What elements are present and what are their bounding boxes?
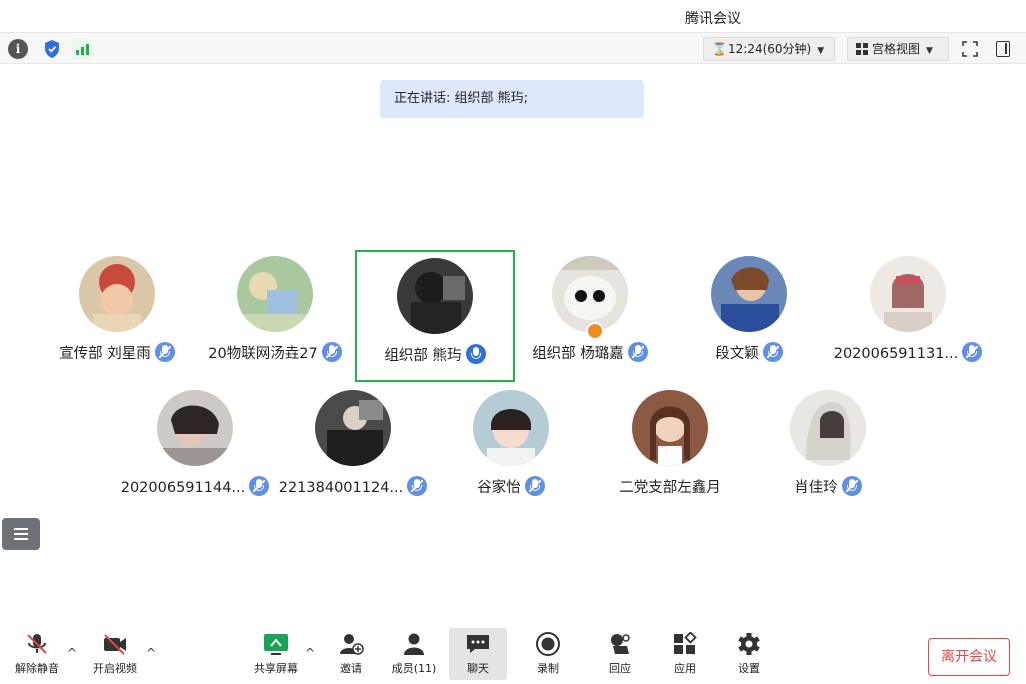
- participant-tile[interactable]: 组织部 杨璐嘉: [510, 246, 670, 378]
- mic-muted-icon: [962, 342, 983, 362]
- chat-label: 聊天: [467, 662, 489, 675]
- participant-name: 221384001124...: [278, 480, 404, 496]
- meeting-timer: 12:24(60分钟): [728, 42, 812, 56]
- participant-list-toggle-button[interactable]: [2, 518, 40, 550]
- participant-name: 202006591131...: [833, 346, 959, 362]
- participant-tile[interactable]: 20物联网汤垚27: [195, 246, 355, 378]
- avatar: [711, 256, 787, 332]
- avatar: [157, 390, 233, 466]
- participant-tile[interactable]: 段文颖: [669, 246, 829, 378]
- shield-icon[interactable]: [42, 39, 62, 59]
- participant-tile[interactable]: 肖佳玲: [748, 380, 908, 512]
- speaking-banner: 正在讲话: 组织部 熊玙;: [380, 80, 644, 118]
- participant-name: 二党支部左鑫月: [619, 480, 721, 496]
- camera-off-icon: [102, 632, 128, 656]
- apps-button[interactable]: 应用: [670, 631, 700, 678]
- participant-name: 谷家怡: [477, 480, 521, 496]
- mic-muted-icon: [524, 476, 545, 496]
- participant-name: 组织部 杨璐嘉: [532, 346, 624, 362]
- reaction-icon: [607, 632, 633, 656]
- chevron-down-icon: ▼: [817, 46, 825, 56]
- grid-view-icon: [856, 43, 868, 55]
- participant-name: 202006591144...: [120, 480, 246, 496]
- signal-icon[interactable]: [72, 39, 92, 59]
- video-options-chevron-icon[interactable]: ^: [146, 646, 156, 660]
- avatar: [632, 390, 708, 466]
- chat-icon: [465, 632, 491, 656]
- participant-tile[interactable]: 谷家怡: [431, 380, 591, 512]
- avatar: [397, 258, 473, 334]
- fullscreen-icon[interactable]: [962, 41, 978, 57]
- share-screen-button[interactable]: 共享屏幕: [250, 632, 302, 678]
- mic-muted-icon: [154, 342, 175, 362]
- title-bar: 腾讯会议: [0, 0, 1026, 32]
- mic-icon: [465, 344, 486, 364]
- members-icon: [401, 632, 427, 656]
- hourglass-icon: ⌛: [712, 42, 727, 56]
- host-badge: [586, 322, 604, 340]
- view-mode-button[interactable]: 宫格视图 ▼: [847, 37, 949, 61]
- mic-muted-icon: [627, 342, 648, 362]
- members-button[interactable]: 成员(11): [390, 632, 438, 678]
- record-button[interactable]: 录制: [533, 632, 563, 678]
- avatar: [870, 256, 946, 332]
- participant-tile[interactable]: 二党支部左鑫月: [590, 380, 750, 512]
- participant-name: 20物联网汤垚27: [208, 346, 318, 362]
- participant-tile[interactable]: 221384001124...: [273, 380, 433, 512]
- apps-label: 应用: [674, 662, 696, 675]
- avatar: [79, 256, 155, 332]
- chevron-down-icon: ▼: [926, 46, 933, 56]
- settings-button[interactable]: 设置: [734, 632, 764, 678]
- leave-meeting-button[interactable]: 离开会议: [928, 638, 1010, 676]
- record-icon: [535, 632, 561, 656]
- apps-icon: [672, 631, 698, 656]
- reactions-button[interactable]: 回应: [605, 632, 635, 678]
- invite-label: 邀请: [340, 662, 362, 675]
- view-mode-label: 宫格视图: [872, 42, 921, 56]
- avatar: [237, 256, 313, 332]
- top-toolbar: i ⌛12:24(60分钟) ▼ 宫格视图 ▼: [0, 32, 1026, 64]
- unmute-button[interactable]: 解除静音: [12, 632, 62, 678]
- members-label: 成员(11): [391, 662, 437, 675]
- mic-muted-icon: [841, 476, 862, 496]
- avatar: [315, 390, 391, 466]
- participant-tile[interactable]: 202006591144...: [115, 380, 275, 512]
- mic-off-icon: [24, 632, 50, 656]
- record-label: 录制: [537, 662, 559, 675]
- sidebar-icon[interactable]: [996, 41, 1010, 57]
- audio-options-chevron-icon[interactable]: ^: [67, 646, 77, 660]
- reactions-label: 回应: [609, 662, 631, 675]
- start-video-button[interactable]: 开启视频: [90, 632, 140, 678]
- mic-muted-icon: [762, 342, 783, 362]
- share-options-chevron-icon[interactable]: ^: [305, 646, 315, 660]
- invite-icon: [338, 632, 364, 656]
- participant-name: 宣传部 刘星雨: [59, 346, 151, 362]
- participant-name: 组织部 熊玙: [384, 348, 462, 364]
- avatar: [552, 256, 628, 332]
- meeting-timer-button[interactable]: ⌛12:24(60分钟) ▼: [703, 37, 835, 61]
- avatar: [790, 390, 866, 466]
- participant-name: 肖佳玲: [794, 480, 838, 496]
- participant-tile[interactable]: 202006591131...: [828, 246, 988, 378]
- unmute-label: 解除静音: [15, 662, 59, 675]
- info-icon[interactable]: i: [8, 39, 28, 59]
- participant-tile[interactable]: 宣传部 刘星雨: [37, 246, 197, 378]
- settings-label: 设置: [738, 662, 760, 675]
- share-screen-label: 共享屏幕: [254, 662, 298, 675]
- participant-name: 段文颖: [715, 346, 759, 362]
- avatar: [473, 390, 549, 466]
- start-video-label: 开启视频: [93, 662, 137, 675]
- invite-button[interactable]: 邀请: [333, 632, 369, 678]
- chat-button[interactable]: 聊天: [449, 628, 507, 680]
- window-title: 腾讯会议: [685, 11, 741, 27]
- share-screen-icon: [263, 632, 289, 656]
- bottom-toolbar: 解除静音 ^ 开启视频 ^ 共享屏幕 ^ 邀请 成员(11) 聊天 录制 回应 …: [0, 624, 1026, 684]
- gear-icon: [736, 632, 762, 656]
